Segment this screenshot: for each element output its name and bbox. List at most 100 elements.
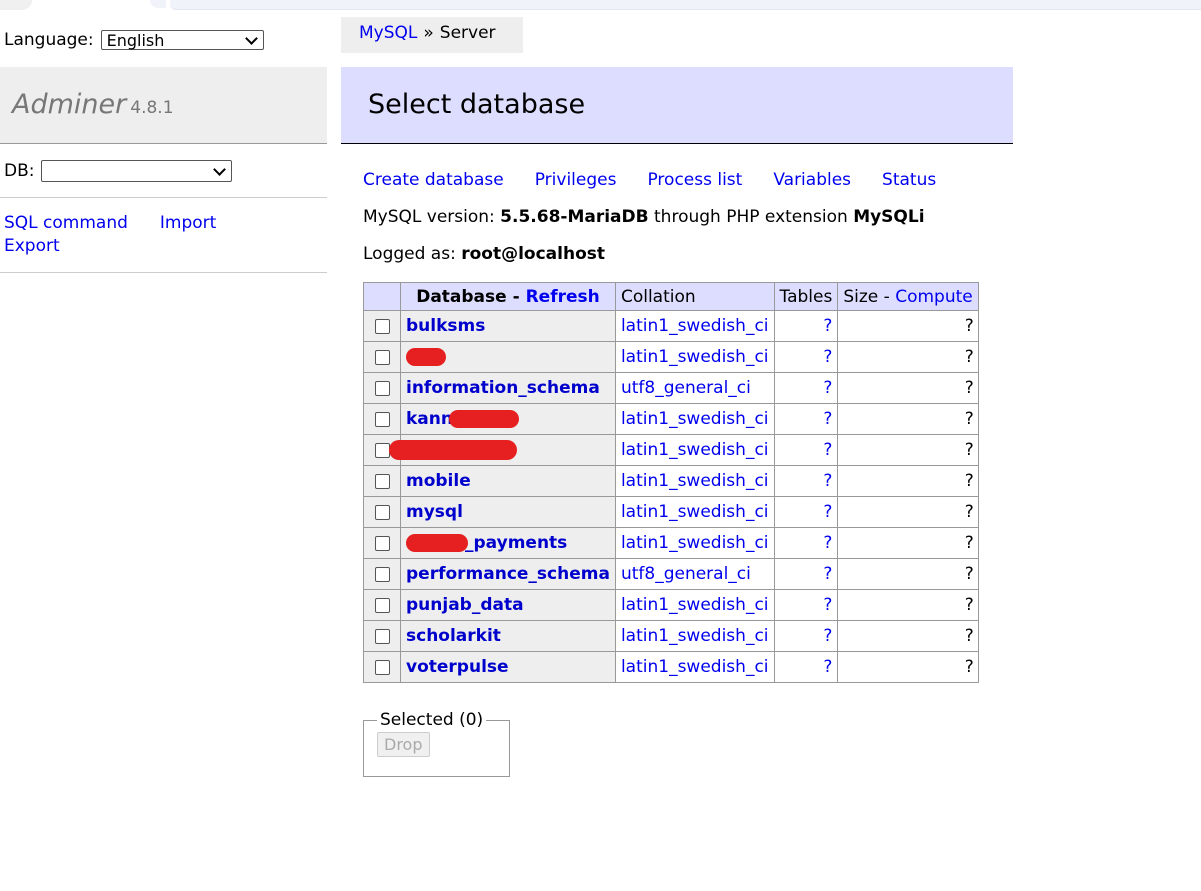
db-label: DB: — [4, 161, 35, 181]
tables-count-link[interactable]: ? — [823, 378, 832, 398]
row-checkbox[interactable] — [374, 566, 390, 582]
collation-link[interactable]: latin1_swedish_ci — [621, 626, 769, 646]
collation-link[interactable]: latin1_swedish_ci — [621, 533, 769, 553]
header-dash: - — [878, 286, 896, 307]
divider — [0, 272, 327, 273]
database-link[interactable] — [389, 440, 517, 460]
logged-info: Logged as: root@localhost — [363, 244, 605, 264]
tables-count-link[interactable]: ? — [823, 409, 832, 429]
tables-count-link[interactable]: ? — [823, 440, 832, 460]
row-checkbox[interactable] — [374, 411, 390, 427]
database-link[interactable]: scholarkit — [406, 626, 501, 646]
row-checkbox[interactable] — [374, 504, 390, 520]
database-link[interactable]: mobile — [406, 471, 471, 491]
sql-command-link[interactable]: SQL command — [4, 212, 128, 235]
collation-link[interactable]: utf8_general_ci — [621, 378, 751, 398]
redaction-mark — [406, 348, 446, 366]
row-checkbox[interactable] — [374, 380, 390, 396]
tables-count-link[interactable]: ? — [823, 347, 832, 367]
collation-link[interactable]: latin1_swedish_ci — [621, 657, 769, 677]
size-column-header: Size - Compute — [837, 282, 979, 311]
selected-fieldset: Selected (0) Drop — [363, 710, 510, 777]
row-checkbox[interactable] — [374, 659, 390, 675]
database-link[interactable]: voterpulse — [406, 657, 509, 677]
collation-link[interactable]: latin1_swedish_ci — [621, 595, 769, 615]
tables-count-link[interactable]: ? — [823, 533, 832, 553]
php-extension: MySQLi — [853, 207, 925, 227]
collation-link[interactable]: latin1_swedish_ci — [621, 471, 769, 491]
database-link[interactable]: kann — [406, 409, 519, 429]
row-checkbox[interactable] — [374, 597, 390, 613]
table-row: performance_schema utf8_general_ci ? ? — [363, 558, 979, 590]
size-value: ? — [837, 589, 979, 621]
table-header-row: Database - Refresh Collation Tables Size… — [363, 282, 979, 311]
tables-count-link[interactable]: ? — [823, 316, 832, 336]
drop-button[interactable]: Drop — [377, 732, 430, 757]
status-link[interactable]: Status — [882, 170, 936, 190]
collation-link[interactable]: latin1_swedish_ci — [621, 502, 769, 522]
chevron-down-icon — [213, 162, 227, 176]
export-link[interactable]: Export — [4, 235, 60, 258]
import-link[interactable]: Import — [160, 212, 216, 235]
left-menu: SQL command Import Export — [4, 212, 216, 258]
language-label: Language: — [4, 30, 94, 50]
row-checkbox[interactable] — [374, 628, 390, 644]
db-selector: DB: — [4, 160, 233, 182]
page-title: Select database — [368, 89, 586, 120]
language-select[interactable]: English — [100, 30, 264, 50]
size-value: ? — [837, 434, 979, 466]
breadcrumb: MySQL » Server — [341, 17, 523, 53]
brand-logo[interactable]: Adminer 4.8.1 — [12, 89, 174, 120]
collation-link[interactable]: latin1_swedish_ci — [621, 409, 769, 429]
row-checkbox[interactable] — [374, 473, 390, 489]
browser-tab-edge — [0, 0, 32, 10]
size-value: ? — [837, 372, 979, 404]
database-link[interactable]: _payments — [406, 533, 567, 553]
refresh-link[interactable]: Refresh — [526, 287, 600, 307]
process-list-link[interactable]: Process list — [647, 170, 742, 190]
db-select[interactable] — [41, 160, 233, 182]
size-value: ? — [837, 651, 979, 683]
tables-count-link[interactable]: ? — [823, 564, 832, 584]
row-checkbox[interactable] — [374, 535, 390, 551]
size-header-label: Size — [843, 286, 879, 307]
tables-count-link[interactable]: ? — [823, 626, 832, 646]
database-link[interactable]: information_schema — [406, 378, 600, 398]
server-version: 5.5.68-MariaDB — [500, 207, 649, 227]
tables-count-link[interactable]: ? — [823, 502, 832, 522]
tables-count-link[interactable]: ? — [823, 471, 832, 491]
table-row: scholarkit latin1_swedish_ci ? ? — [363, 620, 979, 652]
chevron-down-icon — [244, 31, 258, 45]
row-checkbox[interactable] — [374, 349, 390, 365]
browser-tab-edge — [150, 0, 166, 8]
variables-link[interactable]: Variables — [773, 170, 851, 190]
collation-link[interactable]: latin1_swedish_ci — [621, 316, 769, 336]
size-value: ? — [837, 496, 979, 528]
collation-link[interactable]: latin1_swedish_ci — [621, 440, 769, 460]
header-dash: - — [506, 286, 526, 307]
database-column-header: Database - Refresh — [400, 282, 616, 311]
collation-link[interactable]: utf8_general_ci — [621, 564, 751, 584]
row-checkbox[interactable] — [374, 442, 390, 458]
database-link[interactable]: bulksms — [406, 316, 485, 336]
table-row: latin1_swedish_ci ? ? — [363, 434, 979, 466]
database-link[interactable]: performance_schema — [406, 564, 610, 584]
version-prefix: MySQL version: — [363, 207, 501, 227]
tables-count-link[interactable]: ? — [823, 595, 832, 615]
table-row: mysql latin1_swedish_ci ? ? — [363, 496, 979, 528]
compute-link[interactable]: Compute — [895, 287, 973, 307]
collation-link[interactable]: latin1_swedish_ci — [621, 347, 769, 367]
language-selector: Language: English — [4, 30, 264, 50]
tables-count-link[interactable]: ? — [823, 657, 832, 677]
size-value: ? — [837, 310, 979, 342]
privileges-link[interactable]: Privileges — [535, 170, 617, 190]
breadcrumb-mysql-link[interactable]: MySQL — [359, 23, 417, 43]
create-database-link[interactable]: Create database — [363, 170, 504, 190]
collation-column-header: Collation — [614, 282, 775, 311]
table-row: _payments latin1_swedish_ci ? ? — [363, 527, 979, 559]
row-checkbox[interactable] — [374, 318, 390, 334]
database-link[interactable] — [406, 347, 446, 367]
size-value: ? — [837, 341, 979, 373]
database-link[interactable]: punjab_data — [406, 595, 524, 615]
database-link[interactable]: mysql — [406, 502, 463, 522]
